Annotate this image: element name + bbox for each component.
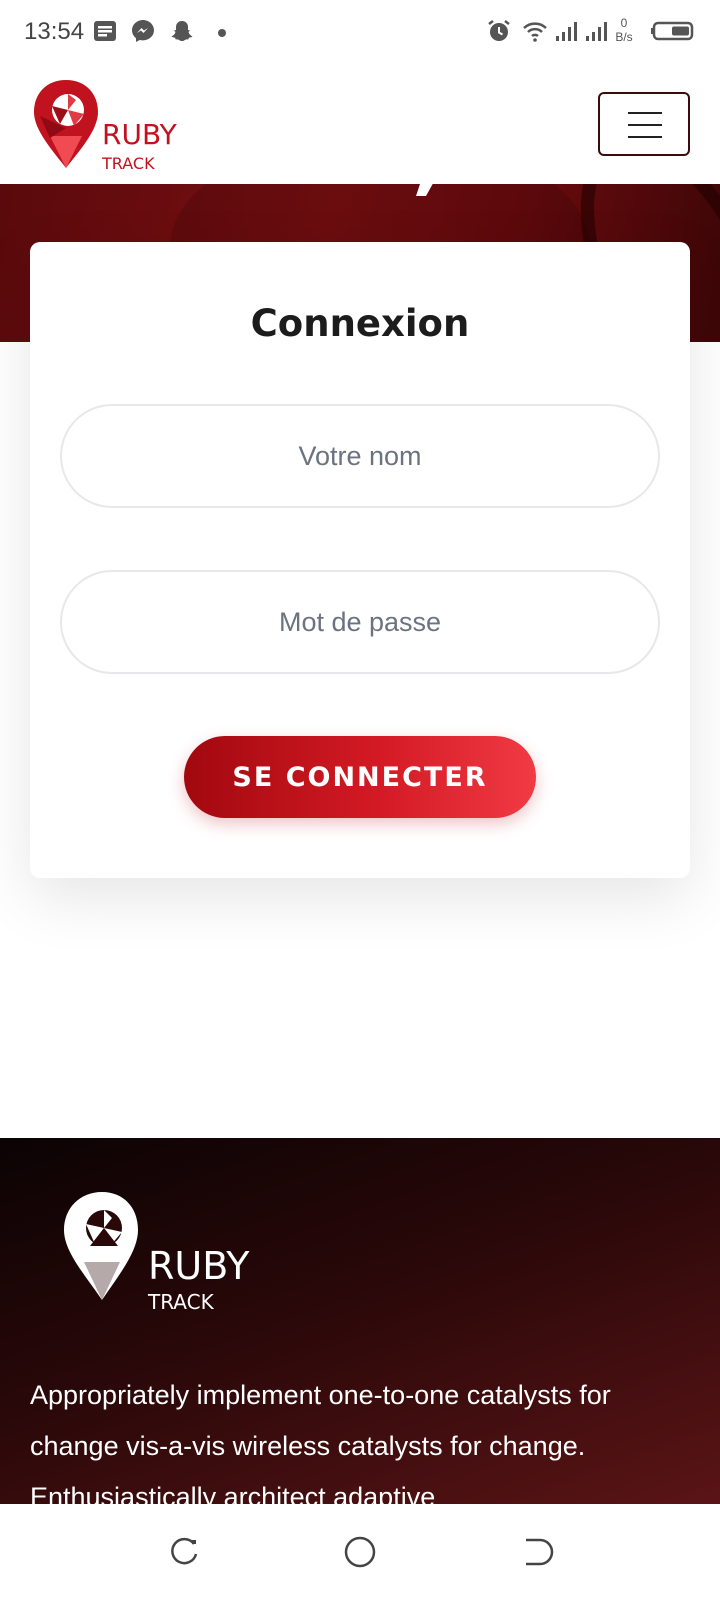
network-speed-unit: B/s — [615, 30, 633, 44]
password-input[interactable] — [60, 570, 660, 674]
footer-description: Appropriately implement one-to-one catal… — [30, 1380, 611, 1504]
system-nav-bar — [0, 1504, 720, 1600]
logo-subtitle: TRACK — [102, 154, 155, 173]
network-speed-value: 0 — [620, 16, 628, 30]
logo-wordmark: RUBY — [102, 118, 177, 151]
hamburger-icon-line — [628, 124, 662, 126]
footer-logo-wordmark: RUBY — [148, 1244, 250, 1288]
footer-logo[interactable]: RUBY TRACK — [60, 1188, 280, 1318]
notes-icon — [94, 21, 116, 41]
status-bar: 13:54 0 B/s — [0, 0, 720, 64]
status-time: 13:54 — [24, 18, 85, 45]
snapchat-icon — [171, 21, 193, 41]
hero-glyph-fragment — [416, 184, 433, 196]
signal-icon — [556, 22, 577, 41]
site-footer: RUBY TRACK Appropriately implement one-t… — [0, 1138, 720, 1504]
site-header: RUBY TRACK — [0, 64, 720, 184]
dot-icon — [218, 29, 226, 37]
name-input[interactable] — [60, 404, 660, 508]
menu-button[interactable] — [598, 92, 690, 156]
location-pin-icon — [64, 1192, 138, 1300]
footer-logo-subtitle: TRACK — [148, 1290, 214, 1314]
hamburger-icon-line — [628, 136, 662, 138]
back-icon[interactable] — [516, 1532, 556, 1572]
alarm-icon — [488, 20, 510, 41]
signal-icon-2 — [586, 22, 607, 41]
home-icon[interactable] — [340, 1532, 380, 1572]
ruby-track-logo[interactable]: RUBY TRACK — [30, 76, 200, 176]
recent-apps-icon[interactable] — [164, 1532, 204, 1572]
messenger-icon — [132, 20, 154, 42]
hamburger-icon — [628, 112, 662, 114]
location-pin-icon — [34, 80, 98, 168]
wifi-icon — [523, 22, 547, 42]
network-speed: 0 B/s — [610, 16, 638, 44]
connect-button[interactable]: SE CONNECTER — [184, 736, 536, 818]
battery-icon — [651, 21, 694, 41]
login-title: Connexion — [250, 302, 470, 345]
login-card: Connexion SE CONNECTER — [30, 242, 690, 878]
